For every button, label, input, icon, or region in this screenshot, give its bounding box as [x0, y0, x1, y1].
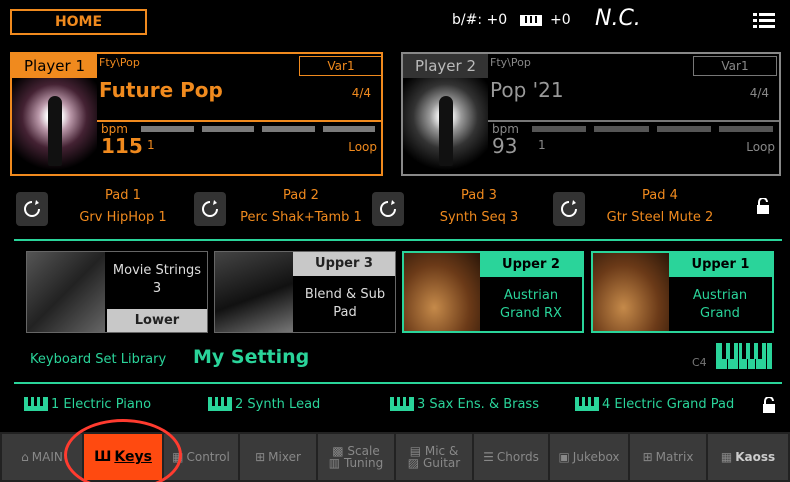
tempo-area[interactable]: bpm 93 1 Loop [488, 120, 779, 176]
highlight-annotation [64, 419, 182, 482]
pad-3-name[interactable]: Pad 3 [404, 188, 554, 203]
style-image [12, 78, 97, 174]
sound-name-line2: 3 [152, 281, 162, 296]
octave-indicator: C4 [692, 356, 707, 369]
tab-jukebox[interactable]: ▣ Jukebox [550, 434, 628, 480]
keyboard-set-2[interactable]: 2 Synth Lead [208, 397, 320, 412]
tempo-area[interactable]: bpm 115 1 Loop [97, 120, 381, 176]
sound-name-line1: Austrian [503, 288, 559, 303]
pad-4-refresh-icon[interactable] [553, 192, 585, 226]
tab-kaoss[interactable]: ▦ Kaoss [708, 434, 788, 480]
variation-indicator[interactable]: Var1 [693, 56, 777, 76]
sound-name-line2: Grand [700, 306, 740, 321]
meter: 4/4 [351, 86, 371, 100]
keyboard-icon[interactable] [716, 343, 772, 369]
pads-lock-icon[interactable] [756, 198, 770, 214]
beat-counter: 1 [147, 138, 155, 152]
keyboard-set-1-label: 1 Electric Piano [51, 397, 152, 412]
player-2-title[interactable]: Player 2 [403, 54, 488, 78]
pad-4-sound[interactable]: Gtr Steel Mute 2 [585, 210, 735, 225]
style-folder: Fty\Pop [490, 56, 531, 69]
keyboard-set-3-label: 3 Sax Ens. & Brass [417, 397, 539, 412]
kaoss-icon: ▦ [720, 450, 733, 464]
keyboard-set-icon [208, 397, 232, 411]
player-2-panel[interactable]: Player 2 Fty\Pop Var1 Pop '21 4/4 bpm 93… [401, 52, 781, 176]
beat-counter: 1 [538, 138, 546, 152]
pad-3-sound[interactable]: Synth Seq 3 [404, 210, 554, 225]
piano-image [593, 253, 669, 331]
style-name[interactable]: Pop '21 [490, 78, 564, 102]
pad-2-name[interactable]: Pad 2 [226, 188, 376, 203]
upper3-title: Upper 3 [293, 252, 395, 276]
transpose-value: b/#: +0 [452, 12, 508, 28]
sound-name-line1: Austrian [692, 288, 748, 303]
guitar-icon: ▨ Guitar [407, 456, 461, 470]
keyboard-set-icon [575, 397, 599, 411]
piano-image [404, 253, 480, 331]
keyboard-sound-lower[interactable]: Movie Strings 3 Lower [26, 251, 208, 333]
keyboard-sound-upper3[interactable]: Upper 3 Blend & Sub Pad [214, 251, 396, 333]
divider [14, 239, 782, 241]
keyboard-set-4[interactable]: 4 Electric Grand Pad [575, 397, 734, 412]
pad-3-refresh-icon[interactable] [372, 192, 404, 226]
tab-matrix[interactable]: ⊞ Matrix [630, 434, 706, 480]
style-name[interactable]: Future Pop [99, 78, 223, 102]
upper2-title: Upper 2 [480, 253, 582, 277]
pad-4-name[interactable]: Pad 4 [585, 188, 735, 203]
mixer-icon: ⊞ [255, 450, 266, 464]
transpose-display[interactable]: b/#: +0 +0 [452, 12, 571, 28]
keyboard-set-3[interactable]: 3 Sax Ens. & Brass [390, 397, 539, 412]
tab-mixer[interactable]: ⊞ Mixer [240, 434, 316, 480]
chord-display: N.C. [595, 6, 641, 31]
loop-label: Loop [348, 140, 377, 154]
tuning-icon: ▥ Tuning [328, 456, 384, 470]
sound-name-line1: Movie Strings [112, 263, 202, 278]
octave-value: +0 [550, 12, 571, 28]
sound-name-line2: Pad [333, 305, 357, 320]
divider [14, 382, 782, 384]
tab-chords[interactable]: ☰ Chords [474, 434, 548, 480]
pad-2-sound[interactable]: Perc Shak+Tamb 1 [226, 210, 376, 225]
loop-label: Loop [746, 140, 775, 154]
tab-mic-guitar[interactable]: ▤ Mic & ▨ Guitar [396, 434, 472, 480]
menu-icon[interactable] [753, 13, 775, 29]
synth-image [215, 252, 293, 332]
keyboard-set-1[interactable]: 1 Electric Piano [24, 397, 151, 412]
home-button[interactable]: HOME [10, 9, 147, 35]
tab-scale-tuning[interactable]: ▩ Scale ▥ Tuning [318, 434, 394, 480]
matrix-icon: ⊞ [642, 450, 653, 464]
bpm-value: 115 [101, 134, 143, 158]
keyboard-set-name[interactable]: My Setting [193, 346, 309, 368]
style-image [403, 78, 488, 174]
strings-image [27, 252, 105, 332]
keyboard-set-library-label[interactable]: Keyboard Set Library [30, 352, 166, 367]
upper1-title: Upper 1 [669, 253, 772, 277]
jukebox-icon: ▣ [558, 450, 570, 464]
pad-1-sound[interactable]: Grv HipHop 1 [48, 210, 198, 225]
lower-title: Lower [107, 309, 207, 332]
sound-name-line1: Blend & Sub [304, 287, 386, 302]
pad-2-refresh-icon[interactable] [194, 192, 226, 226]
beat-bars [532, 126, 773, 132]
beat-bars [141, 126, 375, 132]
keyboard-set-4-label: 4 Electric Grand Pad [602, 397, 735, 412]
sound-name-line2: Grand RX [500, 306, 562, 321]
keyboard-set-icon [390, 397, 414, 411]
meter: 4/4 [749, 86, 769, 100]
home-icon: ⌂ [21, 450, 29, 464]
player-1-title[interactable]: Player 1 [12, 54, 97, 78]
style-folder: Fty\Pop [99, 56, 140, 69]
pad-1-refresh-icon[interactable] [16, 192, 48, 226]
bpm-value: 93 [492, 134, 518, 158]
player-1-panel[interactable]: Player 1 Fty\Pop Var1 Future Pop 4/4 bpm… [10, 52, 383, 176]
keyboard-set-2-label: 2 Synth Lead [235, 397, 321, 412]
keyboard-sound-upper1[interactable]: Upper 1 Austrian Grand [591, 251, 774, 333]
pad-1-name[interactable]: Pad 1 [48, 188, 198, 203]
variation-indicator[interactable]: Var1 [299, 56, 383, 76]
keyboard-sets-lock-icon[interactable] [762, 397, 776, 413]
octave-keyboard-icon [519, 14, 542, 26]
chords-icon: ☰ [483, 450, 494, 464]
keyboard-sound-upper2[interactable]: Upper 2 Austrian Grand RX [402, 251, 584, 333]
keyboard-set-icon [24, 397, 48, 411]
